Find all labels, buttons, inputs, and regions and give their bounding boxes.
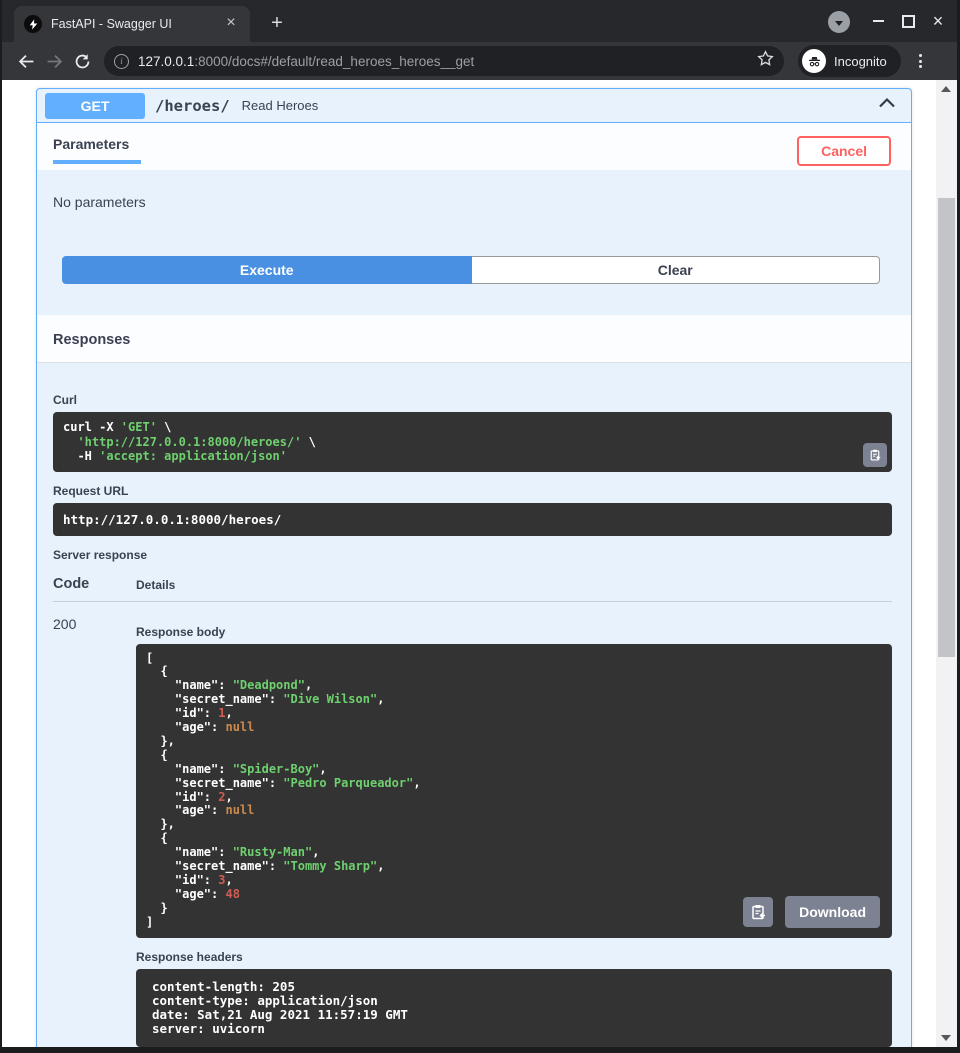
endpoint-path: /heroes/ xyxy=(155,97,230,115)
back-button[interactable] xyxy=(12,47,40,75)
code-column-header: Code xyxy=(53,576,136,592)
minimize-button[interactable] xyxy=(868,12,888,30)
response-details: Response body [ { "name": "Deadpond", "s… xyxy=(136,616,892,1047)
request-url-label: Request URL xyxy=(53,484,892,498)
url-text[interactable]: 127.0.0.1:8000/docs#/default/read_heroes… xyxy=(138,54,757,69)
clear-button[interactable]: Clear xyxy=(472,256,881,284)
bookmark-star-icon[interactable] xyxy=(757,50,774,72)
request-url-block: http://127.0.0.1:8000/heroes/ xyxy=(53,503,892,536)
tab-close-icon[interactable]: × xyxy=(222,15,240,33)
responses-title: Responses xyxy=(53,332,130,348)
new-tab-button[interactable]: + xyxy=(264,11,290,37)
server-response-table: Code Details 200 Response body [ { "name… xyxy=(53,576,892,1047)
window-close-button[interactable]: × xyxy=(928,12,948,30)
details-column-header: Details xyxy=(136,578,175,592)
scroll-thumb[interactable] xyxy=(938,198,955,657)
browser-menu-button[interactable] xyxy=(911,54,931,68)
caret-down-icon xyxy=(835,21,843,26)
no-parameters-text: No parameters xyxy=(53,194,146,210)
request-url-value: http://127.0.0.1:8000/heroes/ xyxy=(53,503,892,536)
status-code: 200 xyxy=(53,616,136,1047)
incognito-label: Incognito xyxy=(834,54,887,69)
incognito-badge: Incognito xyxy=(798,45,901,77)
scroll-up-arrow-icon[interactable] xyxy=(941,86,951,92)
responses-header: Responses xyxy=(37,315,911,363)
response-headers-code: content-length: 205 content-type: applic… xyxy=(136,969,892,1047)
url-path: :8000/docs#/default/read_heroes_heroes__… xyxy=(194,54,474,69)
tab-search-button[interactable] xyxy=(828,11,850,33)
server-response-label: Server response xyxy=(53,548,892,562)
method-badge: GET xyxy=(45,93,145,119)
collapse-chevron-icon[interactable] xyxy=(877,93,897,118)
curl-code: curl -X 'GET' \ 'http://127.0.0.1:8000/h… xyxy=(53,412,892,472)
response-body-actions: Download xyxy=(743,896,880,928)
browser-toolbar: i 127.0.0.1:8000/docs#/default/read_hero… xyxy=(2,42,957,80)
response-table-header: Code Details xyxy=(53,576,892,602)
cancel-button[interactable]: Cancel xyxy=(797,136,891,166)
url-bar[interactable]: i 127.0.0.1:8000/docs#/default/read_hero… xyxy=(104,46,784,76)
response-body-code: [ { "name": "Deadpond", "secret_name": "… xyxy=(136,644,892,938)
response-headers-label: Response headers xyxy=(136,950,892,964)
url-host: 127.0.0.1 xyxy=(138,54,194,69)
clipboard-icon xyxy=(750,904,766,920)
copy-response-button[interactable] xyxy=(743,897,773,927)
maximize-button[interactable] xyxy=(898,12,918,30)
tab-title: FastAPI - Swagger UI xyxy=(51,17,222,31)
response-body-label: Response body xyxy=(136,625,892,639)
reload-button[interactable] xyxy=(68,47,96,75)
incognito-icon xyxy=(802,49,826,73)
response-row: 200 Response body [ { "name": "Deadpond"… xyxy=(53,602,892,1047)
browser-window: FastAPI - Swagger UI × + × i 127.0.0.1:8… xyxy=(0,0,960,1053)
parameters-header: Parameters Cancel xyxy=(37,123,911,170)
tab-parameters[interactable]: Parameters xyxy=(53,123,141,164)
execute-row: Execute Clear xyxy=(37,210,911,315)
opblock-get-heroes: GET /heroes/ Read Heroes Parameters Canc… xyxy=(36,88,912,1047)
tab-bar: FastAPI - Swagger UI × + × xyxy=(2,0,957,42)
scroll-down-arrow-icon[interactable] xyxy=(941,1035,951,1041)
vertical-scrollbar[interactable] xyxy=(936,80,957,1047)
copy-curl-button[interactable] xyxy=(863,443,887,467)
response-body-block: [ { "name": "Deadpond", "secret_name": "… xyxy=(136,644,892,938)
response-headers-block: content-length: 205 content-type: applic… xyxy=(136,969,892,1047)
responses-body: Curl curl -X 'GET' \ 'http://127.0.0.1:8… xyxy=(37,363,911,1047)
fastapi-favicon-icon xyxy=(24,15,42,33)
forward-button[interactable] xyxy=(40,47,68,75)
curl-label: Curl xyxy=(53,393,892,407)
clipboard-icon xyxy=(869,448,881,462)
endpoint-summary: Read Heroes xyxy=(242,98,877,113)
opblock-summary[interactable]: GET /heroes/ Read Heroes xyxy=(37,89,911,123)
swagger-content: GET /heroes/ Read Heroes Parameters Canc… xyxy=(2,80,936,1047)
page: GET /heroes/ Read Heroes Parameters Canc… xyxy=(2,80,957,1047)
download-button[interactable]: Download xyxy=(785,896,880,928)
curl-block: curl -X 'GET' \ 'http://127.0.0.1:8000/h… xyxy=(53,412,892,472)
parameters-body: No parameters xyxy=(37,170,911,210)
browser-tab[interactable]: FastAPI - Swagger UI × xyxy=(14,6,250,42)
execute-button[interactable]: Execute xyxy=(62,256,472,284)
site-info-icon[interactable]: i xyxy=(114,54,129,69)
